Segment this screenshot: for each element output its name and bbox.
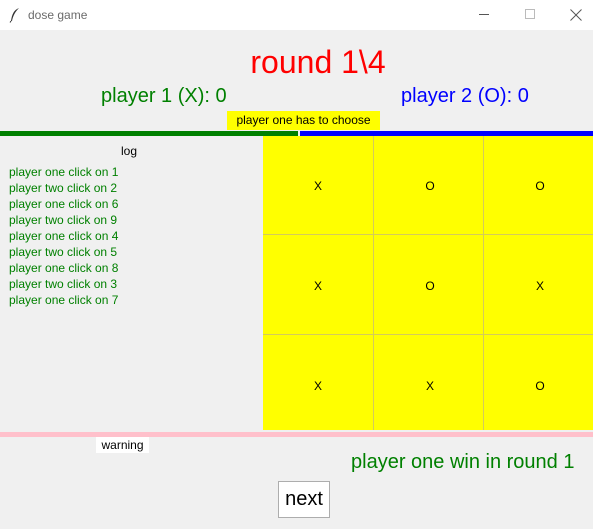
log-list: player one click on 1 player two click o… (9, 164, 118, 308)
log-entry: player one click on 4 (9, 229, 119, 243)
maximize-button[interactable] (507, 0, 553, 30)
board-cell-4[interactable]: X (263, 237, 373, 335)
log-entry: player two click on 5 (9, 245, 118, 259)
maximize-icon (525, 9, 535, 19)
board-cell-6[interactable]: X (485, 237, 593, 335)
log-entry: player two click on 3 (9, 277, 118, 291)
board-cell-2[interactable]: O (375, 137, 485, 235)
warning-bar (0, 432, 593, 437)
close-icon (570, 9, 582, 21)
round-title: round 1\4 (250, 44, 386, 80)
game-board: X O O X O X X X O (263, 136, 593, 430)
warning-label: warning (96, 437, 149, 453)
close-button[interactable] (552, 0, 593, 30)
board-cell-7[interactable]: X (263, 337, 373, 435)
board-cell-9[interactable]: O (485, 337, 593, 435)
log-entry: player one click on 1 (9, 165, 119, 179)
log-entry: player one click on 7 (9, 293, 119, 307)
grid-line (373, 136, 374, 430)
player1-score: player 1 (X): 0 (101, 85, 227, 107)
feather-icon (9, 7, 21, 23)
board-cell-1[interactable]: X (263, 137, 373, 235)
log-entry: player one click on 8 (9, 261, 119, 275)
log-entry: player two click on 9 (9, 213, 118, 227)
minimize-icon (479, 14, 489, 15)
board-cell-8[interactable]: X (375, 337, 485, 435)
next-button[interactable]: next (278, 481, 330, 518)
title-bar: dose game (0, 0, 593, 30)
result-message: player one win in round 1 (351, 451, 575, 473)
turn-label: player one has to choose (227, 111, 380, 130)
board-cell-5[interactable]: O (375, 237, 485, 335)
player2-score: player 2 (O): 0 (401, 85, 529, 107)
window-title: dose game (28, 8, 88, 22)
board-cell-3[interactable]: O (485, 137, 593, 235)
player1-bar (0, 131, 298, 136)
log-title: log (121, 144, 138, 158)
minimize-button[interactable] (461, 0, 507, 30)
log-entry: player one click on 6 (9, 197, 119, 211)
log-entry: player two click on 2 (9, 181, 118, 195)
